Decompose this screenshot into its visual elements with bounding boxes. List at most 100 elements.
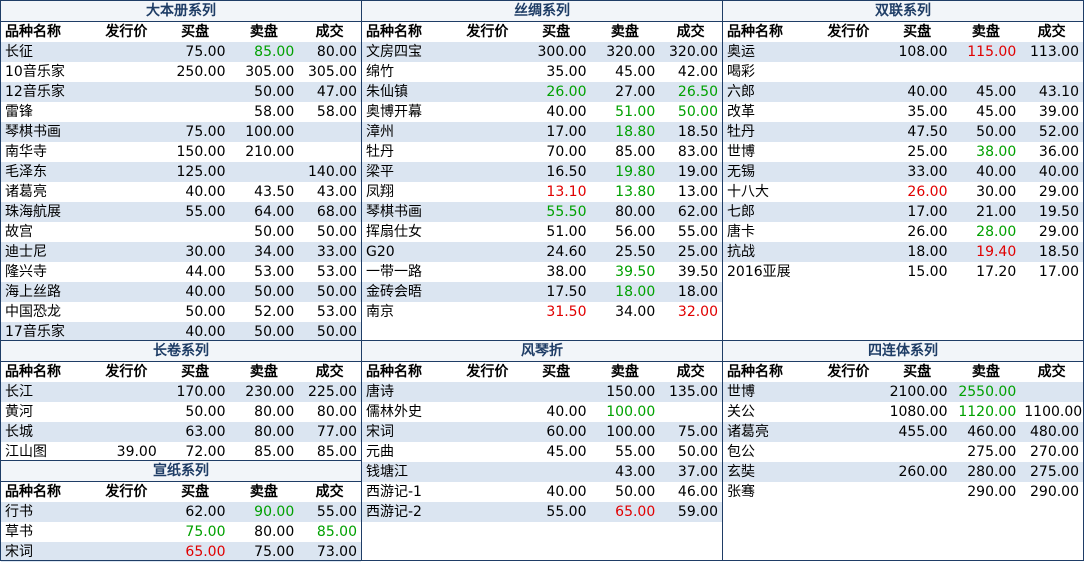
sell-cell: 45.00 xyxy=(590,62,660,82)
name-cell: 雷锋 xyxy=(1,102,92,122)
name-cell: 宋词 xyxy=(362,422,453,442)
issue-cell xyxy=(92,162,161,182)
column-header: 成交 xyxy=(315,24,344,40)
table-row: 漳州 17.00 18.80 18.50 xyxy=(362,122,722,142)
name-cell: 行书 xyxy=(1,502,92,522)
buy-cell: 17.00 xyxy=(521,122,591,142)
section-title: 宣纸系列 xyxy=(1,461,361,482)
buy-cell: 50.00 xyxy=(160,302,230,322)
issue-cell xyxy=(92,502,161,522)
table-row: 玄奘 260.00 280.00 275.00 xyxy=(723,462,1083,482)
price-board: 大本册系列 品种名称 发行价 买盘 卖盘 成交 长征 75.00 85.00 80.00 10音乐家… xyxy=(0,0,1084,562)
sell-cell: 115.00 xyxy=(951,42,1021,62)
column-header: 品种名称 xyxy=(366,24,422,40)
issue-cell xyxy=(453,262,522,282)
name-cell: 世博 xyxy=(723,142,814,162)
buy-cell xyxy=(160,82,230,102)
deal-cell: 19.50 xyxy=(1020,202,1083,222)
name-cell: 儒林外史 xyxy=(362,402,453,422)
name-cell: 中国恐龙 xyxy=(1,302,92,322)
table-row: 梁平 16.50 19.80 19.00 xyxy=(362,162,722,182)
section-fengqinzhe: 风琴折 品种名称 发行价 买盘 卖盘 成交 唐诗 150.00 135.00 儒林外史 40.00 1… xyxy=(362,341,722,522)
table-row: 迪士尼 30.00 34.00 33.00 xyxy=(1,242,361,262)
name-cell: 南华寺 xyxy=(1,142,92,162)
table-row: 故宫 50.00 50.00 xyxy=(1,222,361,242)
deal-cell: 85.00 xyxy=(298,442,361,462)
column-header: 买盘 xyxy=(542,364,571,380)
column-header: 成交 xyxy=(676,364,705,380)
sell-cell: 80.00 xyxy=(229,422,299,442)
issue-cell: 39.00 xyxy=(92,442,161,462)
section-table: 四连体系列 品种名称 发行价 买盘 卖盘 成交 世博 2100.00 2550.00 关公 1080… xyxy=(723,341,1083,502)
column-header: 买盘 xyxy=(181,24,210,40)
issue-cell xyxy=(92,222,161,242)
name-cell: 无锡 xyxy=(723,162,814,182)
column-header: 品种名称 xyxy=(5,364,61,380)
table-row: 江山图 39.00 72.00 85.00 85.00 xyxy=(1,442,361,462)
buy-cell: 17.50 xyxy=(521,282,591,302)
name-cell: 牡丹 xyxy=(362,142,453,162)
buy-cell: 65.00 xyxy=(160,542,230,562)
buy-cell: 51.00 xyxy=(521,222,591,242)
buy-cell: 40.00 xyxy=(160,182,230,202)
issue-cell xyxy=(453,62,522,82)
buy-cell: 31.50 xyxy=(521,302,591,322)
name-cell: 2016亚展 xyxy=(723,262,814,282)
deal-cell: 19.00 xyxy=(659,162,722,182)
name-cell: 诸葛亮 xyxy=(1,182,92,202)
column-header: 发行价 xyxy=(105,484,148,500)
issue-cell xyxy=(814,162,883,182)
issue-cell xyxy=(92,382,161,402)
name-cell: 梁平 xyxy=(362,162,453,182)
section-sichou: 丝绸系列 品种名称 发行价 买盘 卖盘 成交 文房四宝 300.00 320.00 320.00 绵… xyxy=(362,1,722,322)
buy-cell: 150.00 xyxy=(160,142,230,162)
column-header: 卖盘 xyxy=(249,24,278,40)
buy-cell: 125.00 xyxy=(160,162,230,182)
buy-cell: 26.00 xyxy=(882,182,952,202)
deal-cell: 33.00 xyxy=(298,242,361,262)
sell-cell: 51.00 xyxy=(590,102,660,122)
issue-cell xyxy=(814,462,883,482)
issue-cell xyxy=(92,262,161,282)
issue-cell xyxy=(814,102,883,122)
column-header: 品种名称 xyxy=(5,484,61,500)
buy-cell: 75.00 xyxy=(160,522,230,542)
deal-cell: 305.00 xyxy=(298,62,361,82)
issue-cell xyxy=(814,442,883,462)
sell-cell: 25.50 xyxy=(590,242,660,262)
border-left xyxy=(0,0,1,561)
deal-cell: 46.00 xyxy=(659,482,722,502)
name-cell: 诸葛亮 xyxy=(723,422,814,442)
sell-cell: 80.00 xyxy=(229,402,299,422)
buy-cell: 300.00 xyxy=(521,42,591,62)
name-cell: 六郎 xyxy=(723,82,814,102)
sell-cell: 305.00 xyxy=(229,62,299,82)
sell-cell: 210.00 xyxy=(229,142,299,162)
issue-cell xyxy=(92,282,161,302)
deal-cell: 50.00 xyxy=(298,322,361,342)
section-xuanzhi: 宣纸系列 品种名称 发行价 买盘 卖盘 成交 行书 62.00 90.00 55.00 草书 75.0… xyxy=(1,461,361,562)
sell-cell: 50.00 xyxy=(229,322,299,342)
column-header: 成交 xyxy=(676,24,705,40)
section-table: 宣纸系列 品种名称 发行价 买盘 卖盘 成交 行书 62.00 90.00 55.00 草书 75.0… xyxy=(1,461,361,562)
name-cell: 珠海航展 xyxy=(1,202,92,222)
name-cell: G20 xyxy=(362,242,453,262)
issue-cell xyxy=(453,222,522,242)
deal-cell: 58.00 xyxy=(298,102,361,122)
name-cell: 西游记-1 xyxy=(362,482,453,502)
name-cell: 故宫 xyxy=(1,222,92,242)
sell-cell: 39.50 xyxy=(590,262,660,282)
table-row: 行书 62.00 90.00 55.00 xyxy=(1,502,361,522)
deal-cell: 80.00 xyxy=(298,42,361,62)
sell-cell: 34.00 xyxy=(590,302,660,322)
buy-cell: 45.00 xyxy=(521,442,591,462)
deal-cell: 55.00 xyxy=(659,222,722,242)
table-row: 文房四宝 300.00 320.00 320.00 xyxy=(362,42,722,62)
buy-cell: 250.00 xyxy=(160,62,230,82)
issue-cell xyxy=(453,242,522,262)
buy-cell: 24.60 xyxy=(521,242,591,262)
sell-cell: 55.00 xyxy=(590,442,660,462)
buy-cell: 75.00 xyxy=(160,122,230,142)
table-row: 隆兴寺 44.00 53.00 53.00 xyxy=(1,262,361,282)
name-cell: 10音乐家 xyxy=(1,62,92,82)
